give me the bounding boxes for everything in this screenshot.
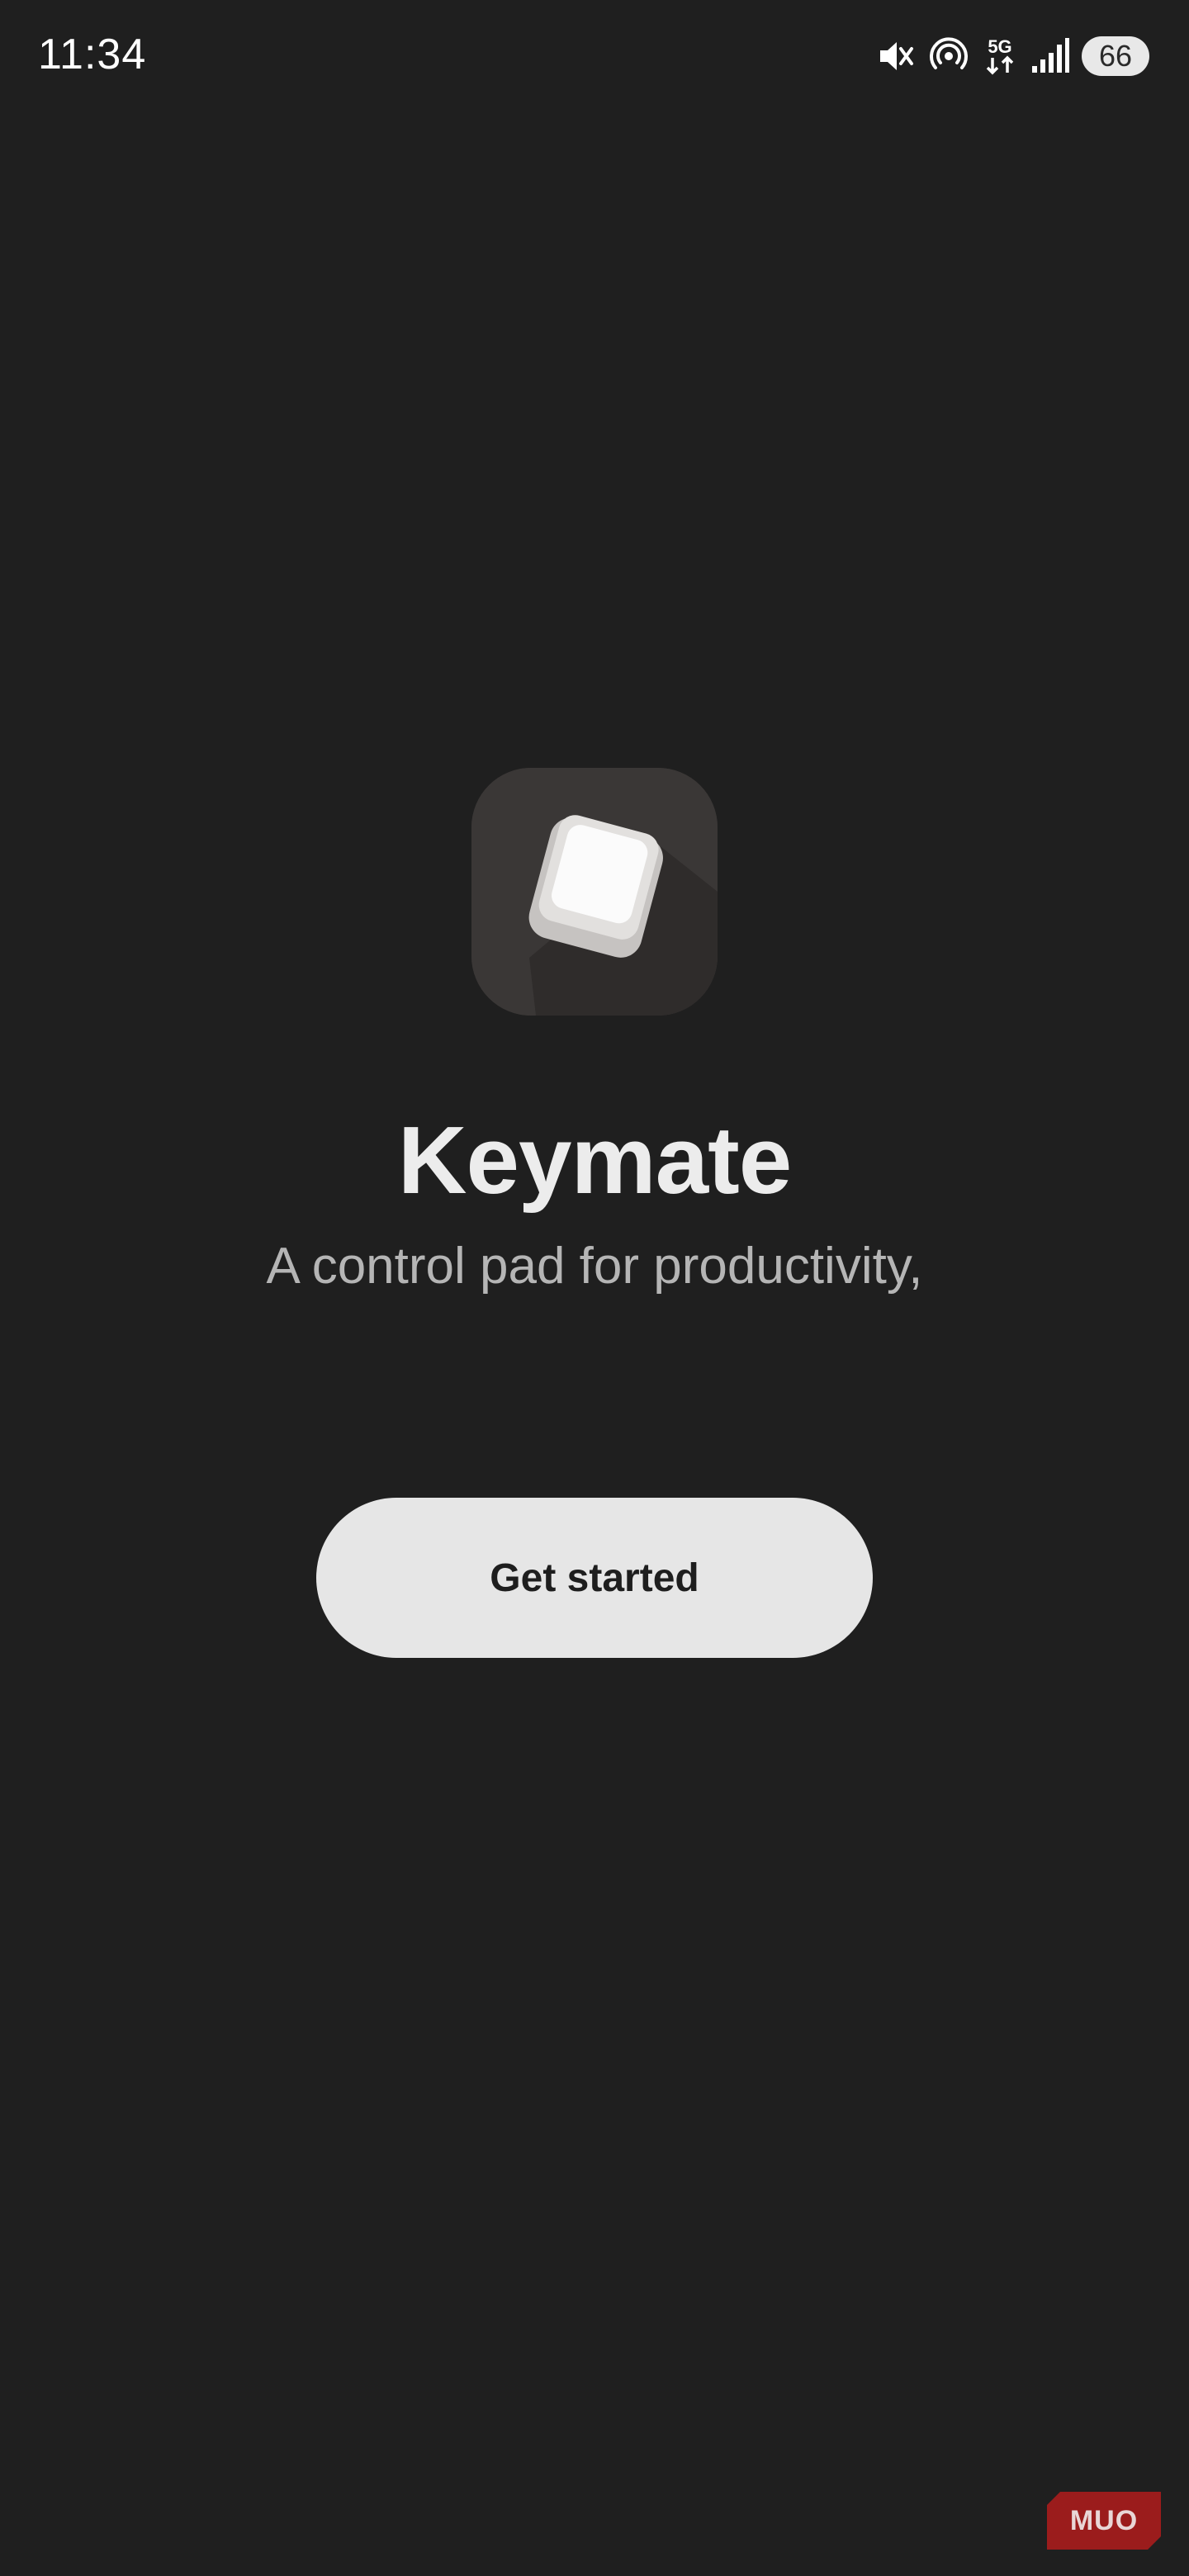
status-icons: 5G 66 xyxy=(875,31,1149,81)
watermark-text: MUO xyxy=(1069,2504,1139,2536)
mute-icon xyxy=(875,36,917,77)
status-time: 11:34 xyxy=(38,31,147,78)
muo-watermark: MUO xyxy=(1047,2492,1161,2550)
get-started-button[interactable]: Get started xyxy=(316,1498,873,1658)
keycap-icon xyxy=(471,768,718,1016)
svg-text:5G: 5G xyxy=(988,36,1011,57)
battery-icon: 66 xyxy=(1082,36,1149,76)
status-bar: 11:34 5G 66 xyxy=(0,0,1189,116)
hotspot-icon xyxy=(928,36,969,77)
signal-icon xyxy=(1030,36,1070,76)
app-title: Keymate xyxy=(397,1106,793,1214)
5g-icon: 5G xyxy=(981,35,1019,78)
app-tagline: A control pad for productivity, xyxy=(266,1238,923,1295)
